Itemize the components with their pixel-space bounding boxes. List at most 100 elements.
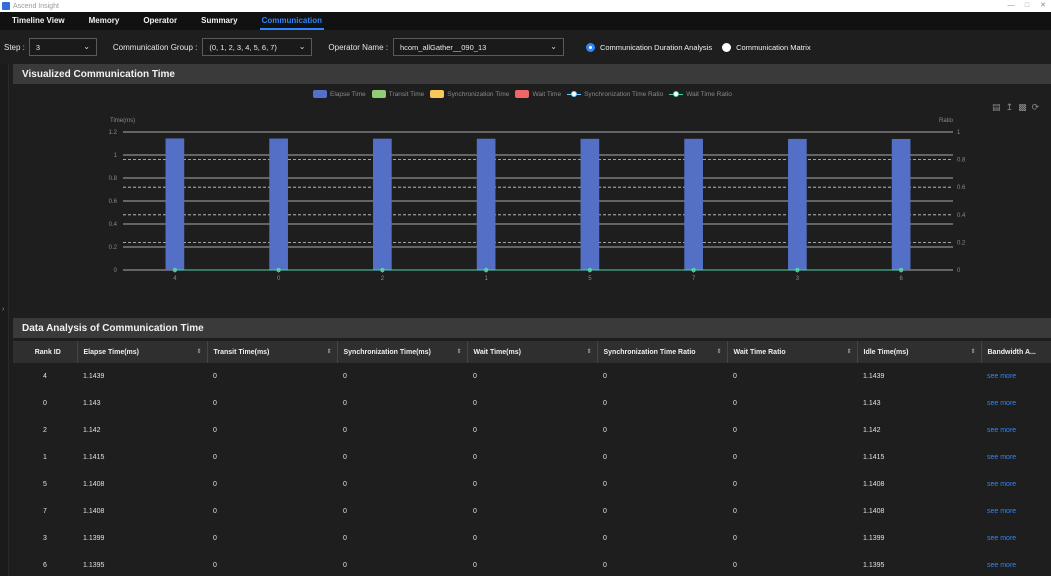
see-more-link[interactable]: see more — [981, 363, 1051, 390]
table-cell: 0 — [727, 471, 857, 498]
step-value: 3 — [35, 42, 41, 52]
bar-elapse-time[interactable] — [165, 138, 185, 270]
column-header[interactable]: Wait Time Ratio ⇕ — [727, 341, 858, 363]
see-more-link[interactable]: see more — [981, 444, 1051, 471]
bar-elapse-time[interactable] — [788, 138, 807, 270]
duration-analysis-label[interactable]: Communication Duration Analysis — [600, 43, 712, 52]
bar-elapse-time[interactable] — [891, 138, 911, 270]
app-logo-icon — [2, 2, 10, 10]
x-tick-label: 7 — [692, 276, 696, 282]
sort-icon[interactable]: ⇕ — [196, 348, 201, 355]
tab-operator[interactable]: Operator — [131, 12, 189, 30]
legend-label-wait: Wait Time — [532, 90, 562, 98]
legend-swatch-elapse — [313, 90, 327, 98]
column-header-label: Transit Time(ms) — [213, 348, 270, 356]
maximize-icon[interactable]: □ — [1019, 0, 1035, 12]
side-panel-strip: › — [0, 64, 9, 576]
table-cell: 0 — [597, 417, 727, 444]
expand-panel-icon[interactable]: › — [2, 306, 4, 313]
duration-analysis-radio[interactable] — [585, 42, 595, 52]
chevron-down-icon: ⌄ — [550, 42, 557, 51]
table-cell: 0 — [207, 525, 337, 552]
column-header[interactable]: Synchronization Time(ms) ⇕ — [337, 341, 468, 363]
communication-group-value: (0, 1, 2, 3, 4, 5, 6, 7) — [209, 42, 277, 52]
see-more-link[interactable]: see more — [981, 471, 1051, 498]
column-header[interactable]: Bandwidth A... — [981, 341, 1051, 363]
table-cell: 1.143 — [77, 390, 207, 417]
legend-item-wait-ratio[interactable]: Wait Time Ratio — [669, 90, 732, 98]
table-cell: 0 — [727, 363, 857, 390]
legend-item-transit[interactable]: Transit Time — [371, 90, 424, 98]
operator-name-value: hcom_allGather__090_13 — [399, 42, 487, 52]
operator-name-select[interactable]: hcom_allGather__090_13 ⌄ — [392, 38, 564, 56]
bar-elapse-time[interactable] — [580, 138, 600, 270]
column-header-label: Wait Time(ms) — [473, 348, 521, 356]
bar-elapse-time[interactable] — [476, 138, 496, 270]
chevron-down-icon: ⌄ — [298, 42, 306, 51]
see-more-link[interactable]: see more — [981, 417, 1051, 444]
table-cell: 0 — [207, 552, 337, 576]
table-cell: 0 — [207, 444, 337, 471]
legend-item-sync-ratio[interactable]: Synchronization Time Ratio — [567, 90, 663, 98]
rank-id-cell: 1 — [13, 444, 77, 471]
step-select[interactable]: 3 ⌄ — [28, 38, 97, 56]
sort-icon[interactable]: ⇕ — [716, 348, 721, 355]
see-more-link[interactable]: see more — [981, 525, 1051, 552]
table-cell: 0 — [467, 498, 597, 525]
y-tick-label-right: 0.6 — [957, 185, 966, 191]
bar-elapse-time[interactable] — [373, 138, 392, 270]
see-more-link[interactable]: see more — [981, 390, 1051, 417]
table-cell: 0 — [597, 390, 727, 417]
tab-summary[interactable]: Summary — [189, 12, 249, 30]
chevron-down-icon: ⌄ — [83, 42, 90, 51]
column-header[interactable]: Transit Time(ms) ⇕ — [207, 341, 338, 363]
tab-memory[interactable]: Memory — [77, 12, 132, 30]
y-tick-label-left: 0 — [114, 268, 118, 274]
close-icon[interactable]: ✕ — [1035, 0, 1051, 12]
column-header[interactable]: Wait Time(ms) ⇕ — [467, 341, 598, 363]
table-cell: 0 — [207, 498, 337, 525]
sort-icon[interactable]: ⇕ — [846, 348, 851, 355]
y-tick-label-right: 0.2 — [957, 240, 966, 246]
column-header[interactable]: Synchronization Time Ratio ⇕ — [597, 341, 728, 363]
communication-matrix-label[interactable]: Communication Matrix — [736, 43, 811, 52]
table-cell: 0 — [727, 390, 857, 417]
legend-label-sync-ratio: Synchronization Time Ratio — [584, 90, 664, 98]
communication-group-select[interactable]: (0, 1, 2, 3, 4, 5, 6, 7) ⌄ — [202, 38, 313, 56]
minimize-icon[interactable]: — — [1003, 0, 1019, 12]
chart-section-header: Visualized Communication Time — [13, 64, 1051, 84]
y-tick-label-left: 0.2 — [109, 245, 118, 251]
column-header-label: Bandwidth A... — [987, 348, 1036, 356]
legend-item-sync[interactable]: Synchronization Time — [430, 90, 509, 98]
x-tick-label: 6 — [899, 276, 903, 282]
table-cell: 1.143 — [857, 390, 981, 417]
table-cell: 0 — [467, 471, 597, 498]
table-cell: 0 — [467, 552, 597, 576]
sort-icon[interactable]: ⇕ — [456, 348, 461, 355]
legend-label-wait-ratio: Wait Time Ratio — [686, 90, 732, 98]
legend-item-elapse[interactable]: Elapse Time — [313, 90, 366, 98]
communication-matrix-radio[interactable] — [722, 42, 732, 52]
see-more-link[interactable]: see more — [981, 498, 1051, 525]
tab-communication[interactable]: Communication — [250, 12, 334, 30]
table-cell: 0 — [597, 471, 727, 498]
legend-swatch-sync — [430, 90, 445, 98]
sort-icon[interactable]: ⇕ — [970, 348, 975, 355]
filter-bar: Step : 3 ⌄ Communication Group : (0, 1, … — [0, 30, 1051, 64]
column-header[interactable]: Elapse Time(ms) ⇕ — [77, 341, 208, 363]
sort-icon[interactable]: ⇕ — [326, 348, 331, 355]
table-cell: 1.1439 — [857, 363, 981, 390]
see-more-link[interactable]: see more — [981, 552, 1051, 576]
sort-icon[interactable]: ⇕ — [586, 348, 591, 355]
bar-elapse-time[interactable] — [269, 138, 288, 270]
table-row: 4 1.1439 0 0 0 0 0 1.1439 see more — [13, 363, 1051, 390]
table-row: 7 1.1408 0 0 0 0 0 1.1408 see more — [13, 498, 1051, 525]
legend-swatch-transit — [371, 90, 386, 98]
app-title: Ascend Insight — [13, 2, 59, 10]
bar-elapse-time[interactable] — [684, 138, 703, 270]
tab-timeline-view[interactable]: Timeline View — [0, 12, 77, 30]
column-header[interactable]: Rank ID — [13, 341, 78, 363]
legend-item-wait[interactable]: Wait Time — [515, 90, 561, 98]
table-cell: 1.1395 — [857, 552, 981, 576]
column-header[interactable]: Idle Time(ms) ⇕ — [857, 341, 982, 363]
